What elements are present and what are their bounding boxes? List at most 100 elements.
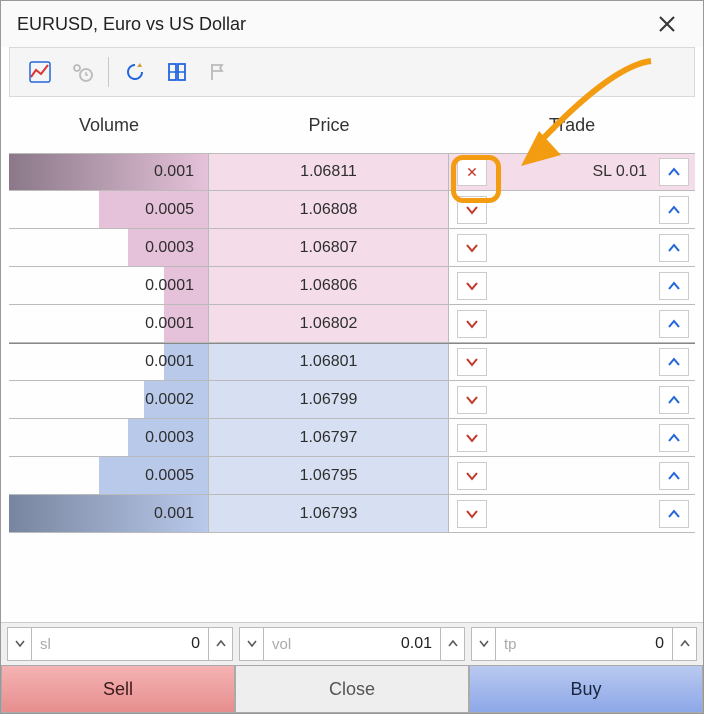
price-value: 1.06799: [300, 391, 358, 409]
trade-sl-label: SL 0.01: [495, 163, 651, 181]
volume-cell: 0.0001: [9, 305, 209, 343]
sell-chevron-down[interactable]: [457, 234, 487, 262]
tp-label: tp: [504, 636, 517, 653]
buy-chevron-up[interactable]: [659, 348, 689, 376]
sl-input-group: sl 0: [7, 627, 233, 661]
dom-window: EURUSD, Euro vs US Dollar Volume Price T…: [0, 0, 704, 714]
buy-button[interactable]: Buy: [469, 665, 703, 713]
volume-value: 0.0003: [145, 239, 194, 257]
dom-row: 0.00031.06807: [9, 229, 695, 267]
volume-cell: 0.001: [9, 153, 209, 191]
vol-input[interactable]: vol 0.01: [264, 628, 440, 660]
sl-decrement[interactable]: [8, 628, 32, 660]
header-volume: Volume: [9, 115, 209, 136]
sell-chevron-down[interactable]: [457, 500, 487, 528]
price-cell: 1.06801: [209, 344, 449, 381]
dom-row: 0.0005 1.06795: [9, 457, 695, 495]
volume-cell: 0.001: [9, 495, 209, 533]
sell-chevron-down[interactable]: [457, 348, 487, 376]
vol-value: 0.01: [297, 635, 432, 653]
tp-decrement[interactable]: [472, 628, 496, 660]
header-trade: Trade: [449, 115, 695, 136]
price-cell: 1.06802: [209, 305, 449, 343]
price-value: 1.06793: [300, 505, 358, 523]
buy-chevron-up[interactable]: [659, 462, 689, 490]
sl-label: sl: [40, 636, 51, 653]
price-cell: 1.06811: [209, 153, 449, 191]
volume-value: 0.0005: [145, 467, 194, 485]
trade-cell: [449, 229, 695, 267]
vol-decrement[interactable]: [240, 628, 264, 660]
volume-value: 0.0001: [145, 315, 194, 333]
tool-chart-icon[interactable]: [20, 52, 60, 92]
buy-chevron-up[interactable]: [659, 500, 689, 528]
tp-value: 0: [523, 635, 664, 653]
action-buttons: Sell Close Buy: [1, 665, 703, 713]
dom-rows: 0.0011.06811 SL 0.01 0.00051.06808 0.000…: [9, 153, 695, 533]
price-cell: 1.06799: [209, 381, 449, 419]
price-value: 1.06802: [300, 315, 358, 333]
volume-value: 0.001: [154, 163, 194, 181]
buy-chevron-up[interactable]: [659, 310, 689, 338]
sell-chevron-down[interactable]: [457, 310, 487, 338]
dom-row: 0.001 1.06793: [9, 495, 695, 533]
volume-cell: 0.0001: [9, 344, 209, 381]
volume-cell: 0.0001: [9, 267, 209, 305]
volume-cell: 0.0005: [9, 191, 209, 229]
price-cell: 1.06793: [209, 495, 449, 533]
sell-button[interactable]: Sell: [1, 665, 235, 713]
tp-input[interactable]: tp 0: [496, 628, 672, 660]
sell-chevron-up[interactable]: [659, 158, 689, 186]
vol-input-group: vol 0.01: [239, 627, 465, 661]
price-cell: 1.06808: [209, 191, 449, 229]
tool-refresh-icon[interactable]: [115, 52, 155, 92]
tool-flag-icon[interactable]: [199, 52, 239, 92]
volume-value: 0.0002: [145, 391, 194, 409]
bottom-panel: sl 0 vol 0.01 tp 0: [1, 622, 703, 713]
tool-grid-icon[interactable]: [157, 52, 197, 92]
sl-input[interactable]: sl 0: [32, 628, 208, 660]
trade-cell: [449, 305, 695, 343]
price-cell: 1.06795: [209, 457, 449, 495]
dom-row: 0.0001 1.06801: [9, 343, 695, 381]
volume-value: 0.001: [154, 505, 194, 523]
dom-row: 0.0001 1.06802: [9, 305, 695, 343]
price-value: 1.06795: [300, 467, 358, 485]
price-value: 1.06797: [300, 429, 358, 447]
price-cell: 1.06797: [209, 419, 449, 457]
price-value: 1.06801: [300, 353, 358, 371]
header-price: Price: [209, 115, 449, 136]
trade-cell: [449, 457, 695, 495]
sell-chevron-down[interactable]: [457, 272, 487, 300]
volume-value: 0.0003: [145, 429, 194, 447]
trade-cell: [449, 267, 695, 305]
close-order-button[interactable]: [457, 158, 487, 186]
window-close-button[interactable]: [647, 4, 687, 44]
volume-cell: 0.0002: [9, 381, 209, 419]
buy-chevron-up[interactable]: [659, 272, 689, 300]
dom-row: 0.0002 1.06799: [9, 381, 695, 419]
buy-chevron-up[interactable]: [659, 386, 689, 414]
sl-value: 0: [57, 635, 200, 653]
toolbar-separator: [108, 57, 109, 87]
sell-chevron-down[interactable]: [457, 462, 487, 490]
tp-increment[interactable]: [672, 628, 696, 660]
buy-chevron-up[interactable]: [659, 424, 689, 452]
sl-increment[interactable]: [208, 628, 232, 660]
volume-cell: 0.0003: [9, 419, 209, 457]
volume-value: 0.0001: [145, 353, 194, 371]
order-inputs: sl 0 vol 0.01 tp 0: [1, 623, 703, 665]
volume-value: 0.0001: [145, 277, 194, 295]
sell-chevron-down[interactable]: [457, 386, 487, 414]
price-cell: 1.06806: [209, 267, 449, 305]
dom-row: 0.0003 1.06797: [9, 419, 695, 457]
tool-clock-icon[interactable]: [62, 52, 102, 92]
dom-row: 0.00051.06808: [9, 191, 695, 229]
buy-chevron-up[interactable]: [659, 196, 689, 224]
buy-chevron-up[interactable]: [659, 234, 689, 262]
sell-chevron-down[interactable]: [457, 424, 487, 452]
vol-increment[interactable]: [440, 628, 464, 660]
volume-cell: 0.0005: [9, 457, 209, 495]
sell-chevron-down[interactable]: [457, 196, 487, 224]
close-button[interactable]: Close: [235, 665, 469, 713]
